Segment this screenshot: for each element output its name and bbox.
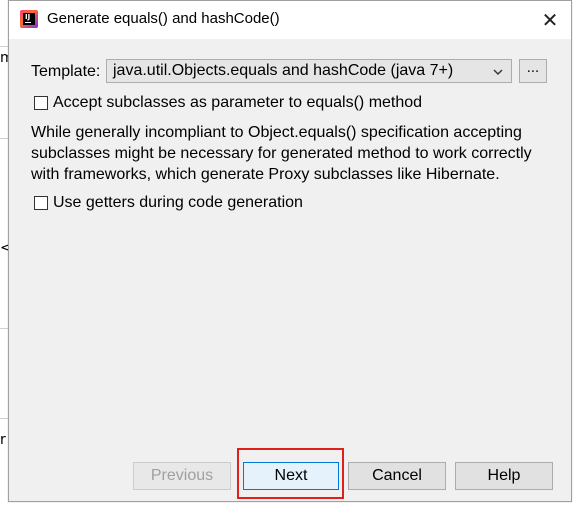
accept-subclasses-description: While generally incompliant to Object.eq… — [31, 122, 556, 185]
previous-button[interactable]: Previous — [133, 462, 231, 490]
description-line: subclasses might be necessary for genera… — [31, 145, 532, 162]
description-line: with frameworks, which generate Proxy su… — [31, 166, 500, 183]
editor-fragment: r — [0, 432, 6, 448]
dialog-titlebar: IJ Generate equals() and hashCode() ✕ — [9, 1, 571, 39]
template-selected-value: java.util.Objects.equals and hashCode (j… — [113, 62, 454, 79]
chevron-down-icon — [493, 69, 503, 75]
next-button[interactable]: Next — [243, 462, 339, 490]
app-icon-text: IJ — [25, 13, 31, 21]
use-getters-label[interactable]: Use getters during code generation — [53, 194, 303, 212]
close-icon[interactable]: ✕ — [537, 7, 563, 33]
use-getters-checkbox[interactable] — [34, 196, 48, 210]
template-label-text: Template: — [31, 63, 101, 80]
help-button[interactable]: Help — [455, 462, 553, 490]
template-select[interactable]: java.util.Objects.equals and hashCode (j… — [106, 59, 512, 83]
accept-subclasses-checkbox[interactable] — [34, 96, 48, 110]
template-browse-button[interactable]: ... — [519, 59, 547, 83]
template-label: Template: — [31, 63, 100, 81]
cancel-button[interactable]: Cancel — [348, 462, 446, 490]
description-line: While generally incompliant to Object.eq… — [31, 124, 522, 141]
generate-equals-dialog: IJ Generate equals() and hashCode() ✕ Te… — [8, 0, 572, 502]
dialog-title: Generate equals() and hashCode() — [47, 10, 280, 27]
accept-subclasses-label[interactable]: Accept subclasses as parameter to equals… — [53, 94, 422, 112]
intellij-app-icon: IJ — [20, 10, 38, 28]
